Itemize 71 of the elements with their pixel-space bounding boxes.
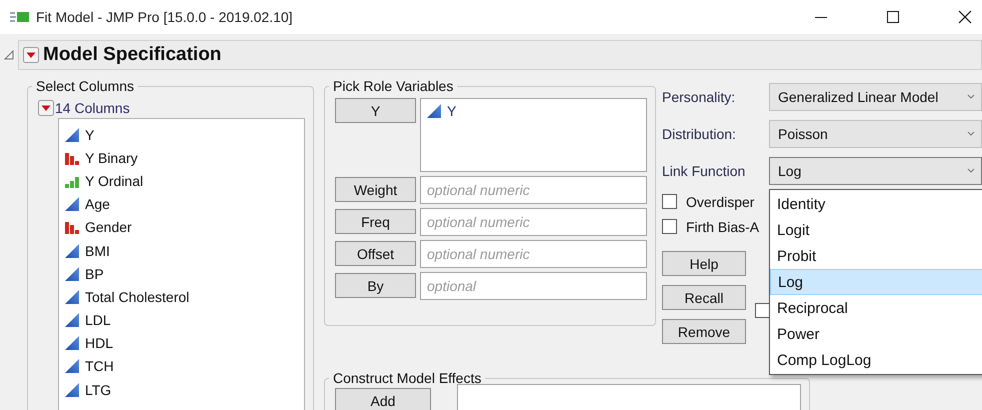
continuous-icon — [65, 266, 79, 281]
menu-option[interactable]: Probit — [770, 243, 982, 269]
maximize-icon[interactable] — [886, 10, 900, 24]
columns-header: 14 Columns — [55, 100, 130, 116]
continuous-icon — [65, 382, 79, 397]
column-item[interactable]: BMI — [85, 242, 110, 259]
action-button[interactable]: Remove — [662, 319, 746, 344]
role-button[interactable]: By — [335, 273, 416, 298]
column-item[interactable]: BP — [85, 266, 104, 282]
app-icon — [10, 11, 30, 23]
column-item[interactable]: LDL — [85, 312, 111, 328]
setting-label: Personality: — [662, 88, 736, 104]
column-item[interactable]: TCH — [85, 358, 114, 374]
window-title: Fit Model - JMP Pro [15.0.0 - 2019.02.10] — [36, 9, 293, 25]
dropdown[interactable]: Generalized Linear Model — [769, 82, 982, 110]
continuous-icon — [65, 128, 79, 142]
close-icon[interactable] — [958, 10, 972, 24]
action-button[interactable]: Recall — [662, 285, 746, 310]
role-field[interactable]: optional numeric — [420, 208, 647, 236]
continuous-icon — [65, 290, 79, 304]
menu-option[interactable]: Log — [770, 269, 982, 295]
group-title: Pick Role Variables — [332, 78, 454, 94]
column-item[interactable]: HDL — [85, 335, 114, 352]
chevron-icon — [967, 130, 975, 136]
menu-option[interactable]: Reciprocal — [770, 295, 982, 321]
continuous-icon — [65, 244, 79, 258]
role-button[interactable]: Y — [335, 98, 416, 123]
continuous-icon — [427, 104, 441, 118]
column-item[interactable]: Age — [85, 196, 110, 212]
chevron-icon — [967, 168, 975, 174]
column-item[interactable]: Gender — [85, 219, 132, 236]
role-button[interactable]: Freq — [335, 209, 416, 234]
role-item[interactable]: Y — [447, 103, 456, 119]
menu-option[interactable]: Power — [770, 321, 982, 347]
action-button[interactable]: Help — [662, 251, 746, 276]
section-title: Model Specification — [43, 44, 222, 66]
column-item[interactable]: Total Cholesterol — [85, 288, 190, 305]
checkbox-label: Overdisper — [686, 194, 754, 210]
continuous-icon — [65, 313, 79, 328]
group-title: Select Columns — [35, 78, 136, 94]
bar-chart-icon — [65, 220, 79, 234]
add-button[interactable]: Add — [335, 388, 431, 410]
checkbox[interactable] — [662, 194, 677, 209]
column-item[interactable]: Y Ordinal — [85, 172, 144, 189]
menu-option[interactable]: Identity — [770, 191, 982, 217]
role-button[interactable]: Weight — [335, 177, 416, 202]
role-field[interactable]: optional — [420, 272, 647, 300]
menu-icon[interactable] — [23, 47, 39, 63]
dropdown[interactable]: Log — [769, 156, 982, 184]
group-title: Construct Model Effects — [332, 370, 482, 386]
role-field[interactable]: optional numeric — [420, 176, 647, 204]
column-item[interactable]: Y — [85, 126, 94, 143]
menu-option[interactable]: Comp LogLog — [770, 347, 982, 373]
continuous-icon — [65, 197, 79, 212]
checkbox[interactable] — [662, 219, 677, 234]
menu-icon[interactable] — [38, 100, 54, 116]
chevron-icon — [967, 94, 975, 100]
dropdown[interactable]: Poisson — [769, 120, 982, 148]
checkbox[interactable] — [755, 303, 770, 318]
continuous-icon — [65, 336, 79, 350]
column-item[interactable]: Y Binary — [85, 150, 138, 166]
continuous-icon — [65, 359, 79, 374]
setting-label: Link Function — [662, 162, 746, 178]
role-button[interactable]: Offset — [335, 241, 416, 266]
menu-option[interactable]: Logit — [770, 217, 982, 243]
column-item[interactable]: LTG — [85, 382, 112, 398]
checkbox-label: Firth Bias-A — [686, 218, 760, 234]
bar-chart-icon — [65, 150, 79, 165]
setting-label: Distribution: — [662, 126, 737, 142]
role-field[interactable]: optional numeric — [420, 240, 647, 268]
disclosure-icon[interactable] — [4, 50, 14, 60]
